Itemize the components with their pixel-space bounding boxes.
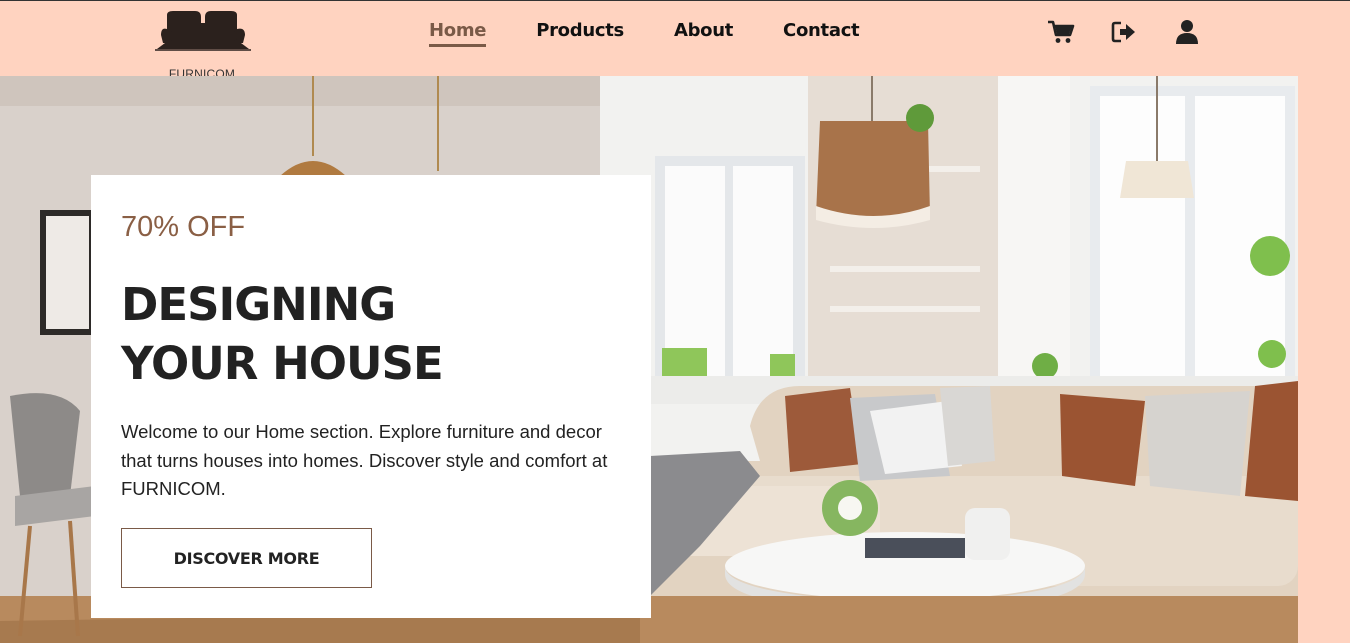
headline-line-1: DESIGNING (121, 278, 396, 331)
promo-card: 70% OFF DESIGNING YOUR HOUSE Welcome to … (91, 175, 651, 618)
nav-about[interactable]: About (674, 20, 733, 47)
cart-icon[interactable] (1046, 19, 1076, 45)
hero-description: Welcome to our Home section. Explore fur… (121, 421, 608, 499)
hero-headline: DESIGNING YOUR HOUSE (121, 275, 621, 393)
main-nav: Home Products About Contact (429, 20, 909, 47)
nav-home[interactable]: Home (429, 20, 487, 47)
sofa-logo-icon (155, 11, 251, 51)
header-actions (1046, 19, 1202, 45)
site-header: FURNICOM Home Products About Contact (0, 1, 1350, 81)
nav-contact[interactable]: Contact (783, 20, 860, 47)
offer-text: 70% OFF (121, 211, 246, 243)
nav-products[interactable]: Products (536, 20, 624, 47)
logout-icon[interactable] (1109, 19, 1139, 45)
headline-line-2: YOUR HOUSE (121, 337, 444, 390)
brand-logo[interactable]: FURNICOM (155, 9, 251, 81)
user-icon[interactable] (1172, 19, 1202, 45)
hero-section: 70% OFF DESIGNING YOUR HOUSE Welcome to … (0, 76, 1298, 643)
discover-more-button[interactable]: DISCOVER MORE (121, 528, 372, 588)
